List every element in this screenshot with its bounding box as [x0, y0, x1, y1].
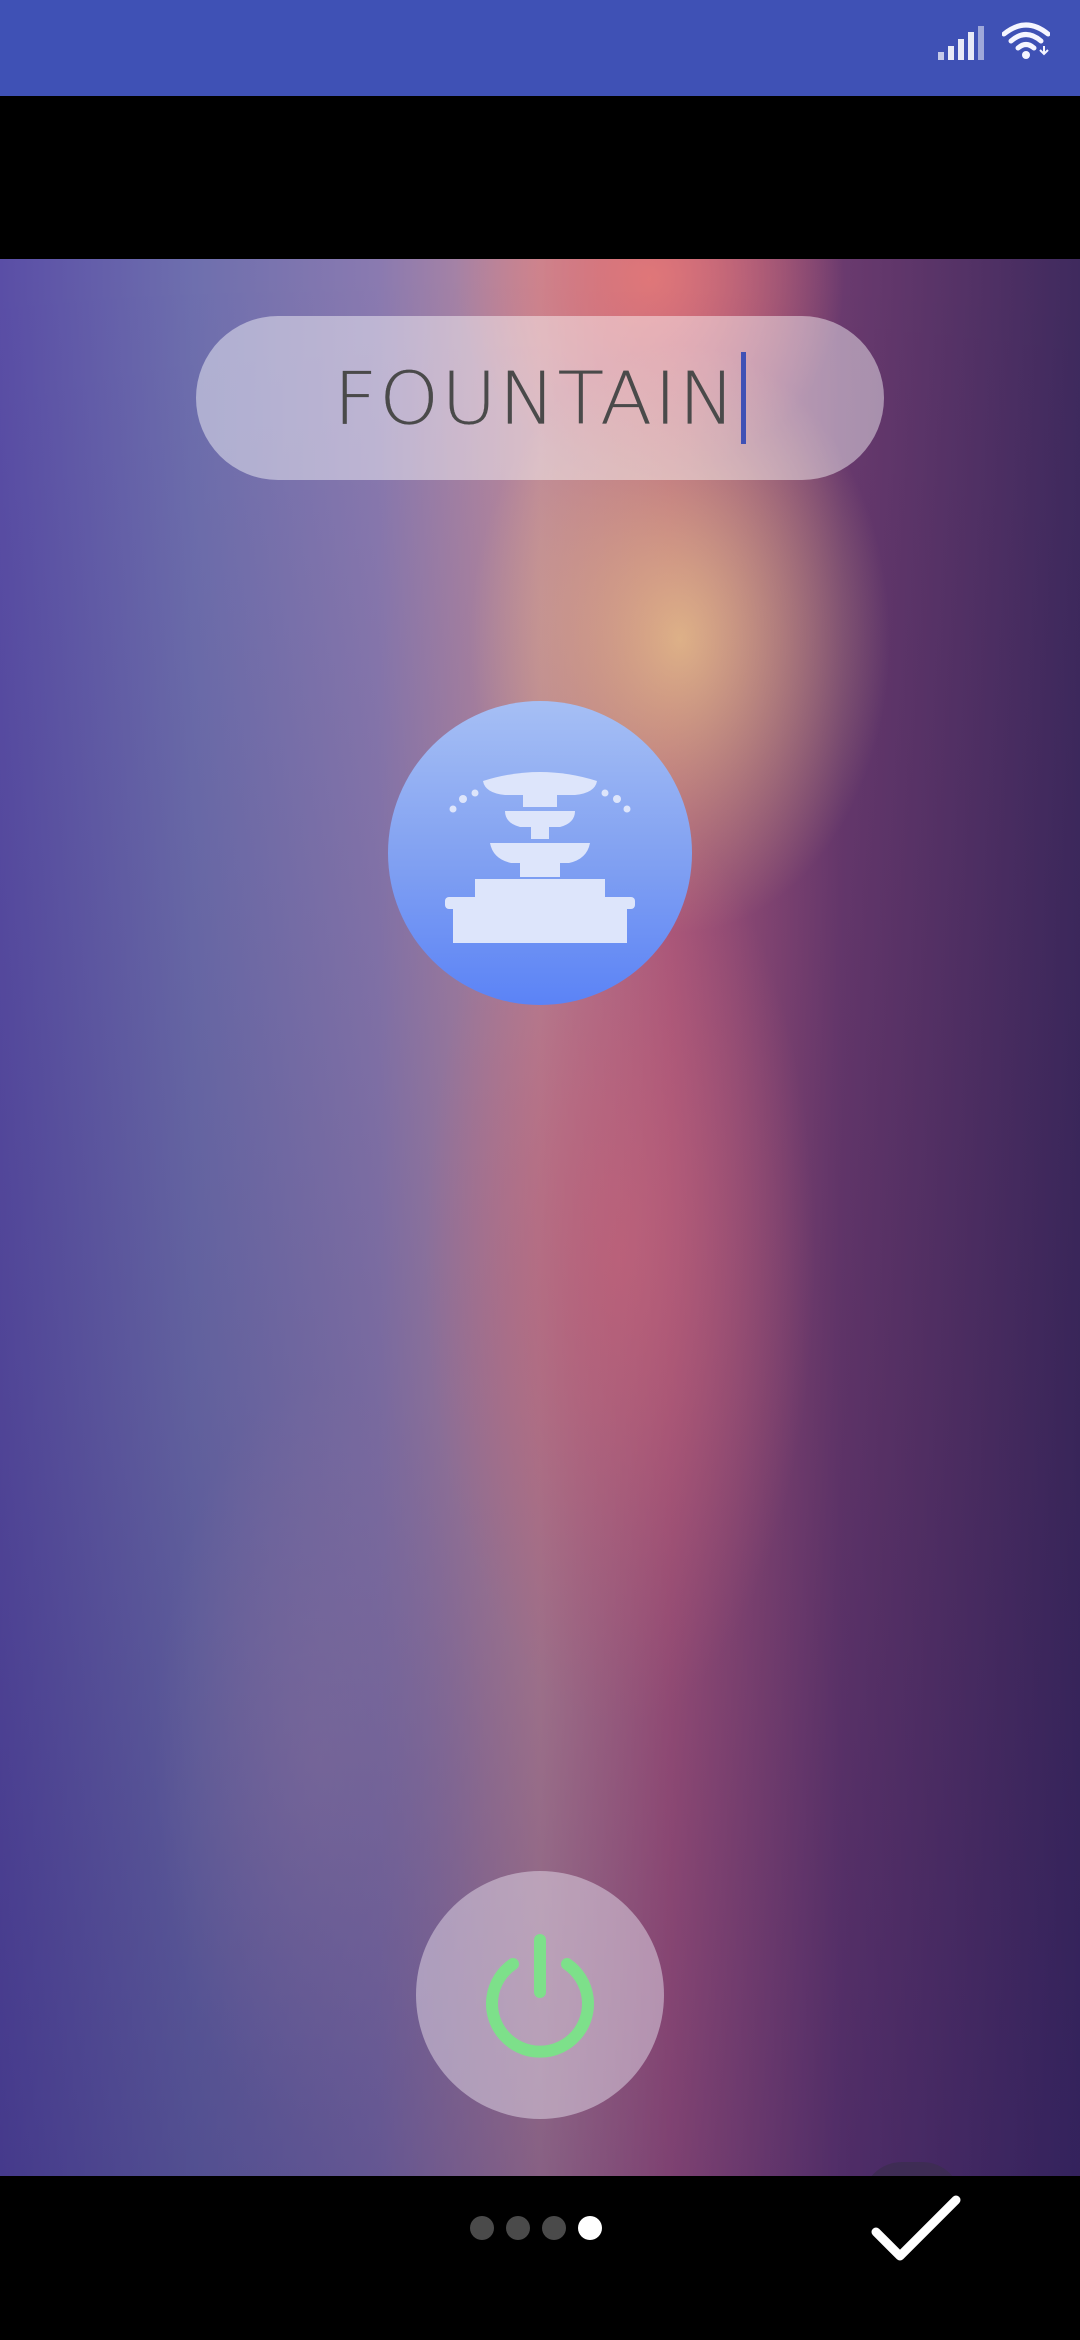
page-dot-1 — [470, 2216, 494, 2240]
page-indicator — [470, 2216, 602, 2240]
page-dot-2 — [506, 2216, 530, 2240]
check-icon — [871, 2195, 961, 2261]
wifi-icon — [1002, 22, 1050, 59]
text-caret — [741, 352, 747, 444]
device-name-text[interactable]: FOUNTAIN — [333, 356, 738, 441]
power-icon — [486, 1934, 594, 2058]
power-button[interactable] — [416, 1871, 664, 2119]
screen: FOUNTAIN — [0, 0, 1080, 2340]
page-dot-3 — [542, 2216, 566, 2240]
device-icon-button[interactable] — [388, 701, 692, 1005]
fountain-icon — [445, 772, 635, 943]
status-bar — [0, 0, 1080, 96]
status-icons — [938, 22, 1050, 60]
signal-icon — [938, 26, 984, 60]
top-black-band — [0, 96, 1080, 259]
confirm-button[interactable] — [868, 2190, 964, 2270]
device-name-field[interactable]: FOUNTAIN — [196, 316, 884, 480]
page-dot-4-active — [578, 2216, 602, 2240]
